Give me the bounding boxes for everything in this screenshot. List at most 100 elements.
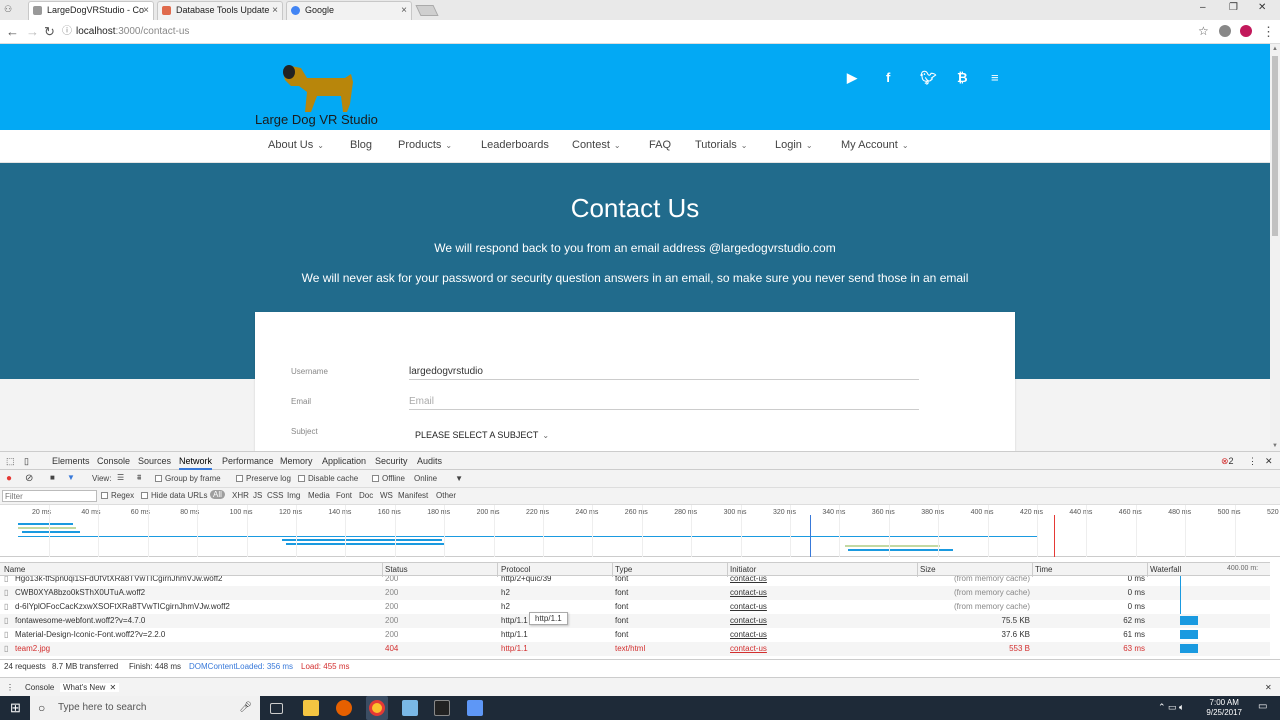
- subject-select[interactable]: PLEASE SELECT A SUBJECT ⌄: [415, 430, 549, 440]
- col-size[interactable]: Size: [920, 565, 936, 574]
- cell-initiator[interactable]: contact-us: [730, 630, 910, 639]
- table-row[interactable]: ▯ CWB0XYA8bzo0kSThX0UTuA.woff2 200 h2 font co…: [0, 586, 1270, 600]
- filter-icon[interactable]: ▼: [67, 473, 75, 482]
- bookmark-star-icon[interactable]: ☆: [1198, 24, 1209, 38]
- filter-css[interactable]: CSS: [267, 491, 283, 500]
- close-icon[interactable]: ×: [143, 2, 149, 19]
- clear-icon[interactable]: ⊘: [25, 473, 33, 484]
- tab-memory[interactable]: Memory: [280, 456, 313, 466]
- app-icon[interactable]: [467, 700, 483, 716]
- windows-start-icon[interactable]: ⊞: [10, 700, 21, 716]
- tab-performance[interactable]: Performance: [222, 456, 274, 466]
- tab-audits[interactable]: Audits: [417, 456, 442, 466]
- nav-contest[interactable]: Contest ⌄: [572, 139, 621, 151]
- nav-faq[interactable]: FAQ: [649, 139, 671, 151]
- twitter-icon[interactable]: 🐦︎: [920, 70, 937, 86]
- tab-elements[interactable]: Elements: [52, 456, 90, 466]
- app-icon[interactable]: [402, 700, 418, 716]
- tab-application[interactable]: Application: [322, 456, 366, 466]
- table-row[interactable]: ▯ d-6IYplOFocCacKzxwXSOFtXRa8TVwTICgirnJh…: [0, 600, 1270, 614]
- scroll-down-icon[interactable]: ▼: [1272, 443, 1278, 449]
- filter-other[interactable]: Other: [436, 491, 456, 500]
- group-by-frame-checkbox[interactable]: Group by frame: [155, 474, 221, 483]
- extension-shield-icon[interactable]: [1219, 25, 1231, 37]
- large-rows-icon[interactable]: ☰: [117, 473, 124, 482]
- cell-initiator[interactable]: contact-us: [730, 602, 910, 611]
- menu-icon[interactable]: ≡: [991, 70, 999, 85]
- offline-checkbox[interactable]: Offline: [372, 474, 405, 483]
- minimize-icon[interactable]: –: [1200, 2, 1206, 13]
- filter-all[interactable]: All: [210, 490, 225, 499]
- nav-blog[interactable]: Blog: [350, 139, 372, 151]
- scrollbar-thumb[interactable]: [1272, 56, 1278, 236]
- overview-icon[interactable]: ⩩: [137, 473, 141, 483]
- col-protocol[interactable]: Protocol: [501, 565, 530, 574]
- username-field[interactable]: [409, 364, 919, 380]
- restore-icon[interactable]: ❐: [1229, 2, 1238, 13]
- forward-icon[interactable]: →: [26, 24, 39, 39]
- filter-js[interactable]: JS: [253, 491, 262, 500]
- system-tray-icons[interactable]: ⌃ ▭ 🔈︎: [1158, 702, 1184, 713]
- tab-sources[interactable]: Sources: [138, 456, 171, 466]
- preserve-log-checkbox[interactable]: Preserve log: [236, 474, 291, 483]
- throttle-select[interactable]: Online ▼: [414, 474, 463, 483]
- filter-img[interactable]: Img: [287, 491, 300, 500]
- filter-ws[interactable]: WS: [380, 491, 393, 500]
- drawer-tab-console[interactable]: Console: [25, 683, 54, 692]
- table-row[interactable]: ▯ Hgo13k-tfSpn0qi1SFdUfVtXRa8TVwTICgirnJh…: [0, 576, 1270, 586]
- table-row[interactable]: ▯ fontawesome-webfont.woff2?v=4.7.0 200 htt…: [0, 614, 1270, 628]
- taskbar-search-input[interactable]: ○ Type here to search 🎤︎: [30, 696, 260, 720]
- browser-tab-google[interactable]: Google ×: [286, 1, 412, 20]
- nav-leaderboards[interactable]: Leaderboards: [481, 139, 549, 151]
- info-icon[interactable]: ⓘ: [62, 26, 72, 37]
- page-scrollbar[interactable]: ▲ ▼: [1270, 44, 1280, 451]
- bitcoin-icon[interactable]: ₿: [957, 70, 968, 85]
- drawer-menu-icon[interactable]: ⋮: [6, 683, 14, 692]
- notifications-icon[interactable]: ▭: [1258, 701, 1267, 712]
- drawer-tab-whats-new[interactable]: What's New ✕: [60, 683, 120, 692]
- microphone-icon[interactable]: 🎤︎: [239, 696, 252, 720]
- col-type[interactable]: Type: [615, 565, 632, 574]
- new-tab-button[interactable]: [415, 5, 439, 16]
- brand-name[interactable]: Large Dog VR Studio: [255, 112, 378, 127]
- device-toggle-icon[interactable]: ▯: [24, 456, 29, 467]
- filter-media[interactable]: Media: [308, 491, 330, 500]
- inspect-icon[interactable]: ⬚: [6, 456, 15, 467]
- network-overview-timeline[interactable]: 20 ms 40 ms 60 ms 80 ms 100 ms 120 ms 140 ms 16…: [0, 505, 1280, 557]
- chrome-taskbar-icon[interactable]: [366, 696, 388, 720]
- close-icon[interactable]: ×: [401, 2, 407, 19]
- back-icon[interactable]: ←: [6, 24, 19, 39]
- taskbar-clock[interactable]: 7:00 AM 9/25/2017: [1206, 698, 1242, 718]
- chrome-menu-icon[interactable]: ⚇: [4, 4, 14, 14]
- nav-my-account[interactable]: My Account ⌄: [841, 139, 909, 151]
- firefox-icon[interactable]: [336, 700, 352, 716]
- tab-security[interactable]: Security: [375, 456, 408, 466]
- regex-checkbox[interactable]: Regex: [101, 491, 134, 500]
- url-input[interactable]: ⓘ localhost:3000/contact-us: [62, 23, 1212, 41]
- nav-products[interactable]: Products ⌄: [398, 139, 452, 151]
- browser-tab-database[interactable]: Database Tools Update ×: [157, 1, 283, 20]
- col-waterfall[interactable]: Waterfall: [1150, 565, 1181, 574]
- devtools-menu-icon[interactable]: ⋮: [1248, 456, 1257, 467]
- file-explorer-icon[interactable]: [303, 700, 319, 716]
- close-drawer-icon[interactable]: ✕: [1265, 683, 1272, 692]
- nav-login[interactable]: Login ⌄: [775, 139, 813, 151]
- filter-manifest[interactable]: Manifest: [398, 491, 428, 500]
- email-field[interactable]: [409, 394, 919, 410]
- terminal-icon[interactable]: [434, 700, 450, 716]
- reload-icon[interactable]: ↻: [44, 24, 55, 40]
- col-status[interactable]: Status: [385, 565, 408, 574]
- nav-about-us[interactable]: About Us ⌄: [268, 139, 324, 151]
- disable-cache-checkbox[interactable]: Disable cache: [298, 474, 358, 483]
- tab-network[interactable]: Network: [179, 456, 213, 470]
- error-badge[interactable]: ⊗2: [1221, 456, 1234, 467]
- scroll-up-icon[interactable]: ▲: [1272, 46, 1278, 52]
- close-icon[interactable]: ×: [272, 2, 278, 19]
- filter-xhr[interactable]: XHR: [232, 491, 249, 500]
- filter-font[interactable]: Font: [336, 491, 352, 500]
- capture-screenshot-icon[interactable]: ■: [50, 473, 55, 482]
- browser-tab-largedog[interactable]: LargeDogVRStudio - Co ×: [28, 1, 154, 20]
- cell-initiator[interactable]: contact-us: [730, 576, 910, 583]
- record-icon[interactable]: ●: [6, 473, 12, 484]
- close-icon[interactable]: ✕: [109, 683, 116, 692]
